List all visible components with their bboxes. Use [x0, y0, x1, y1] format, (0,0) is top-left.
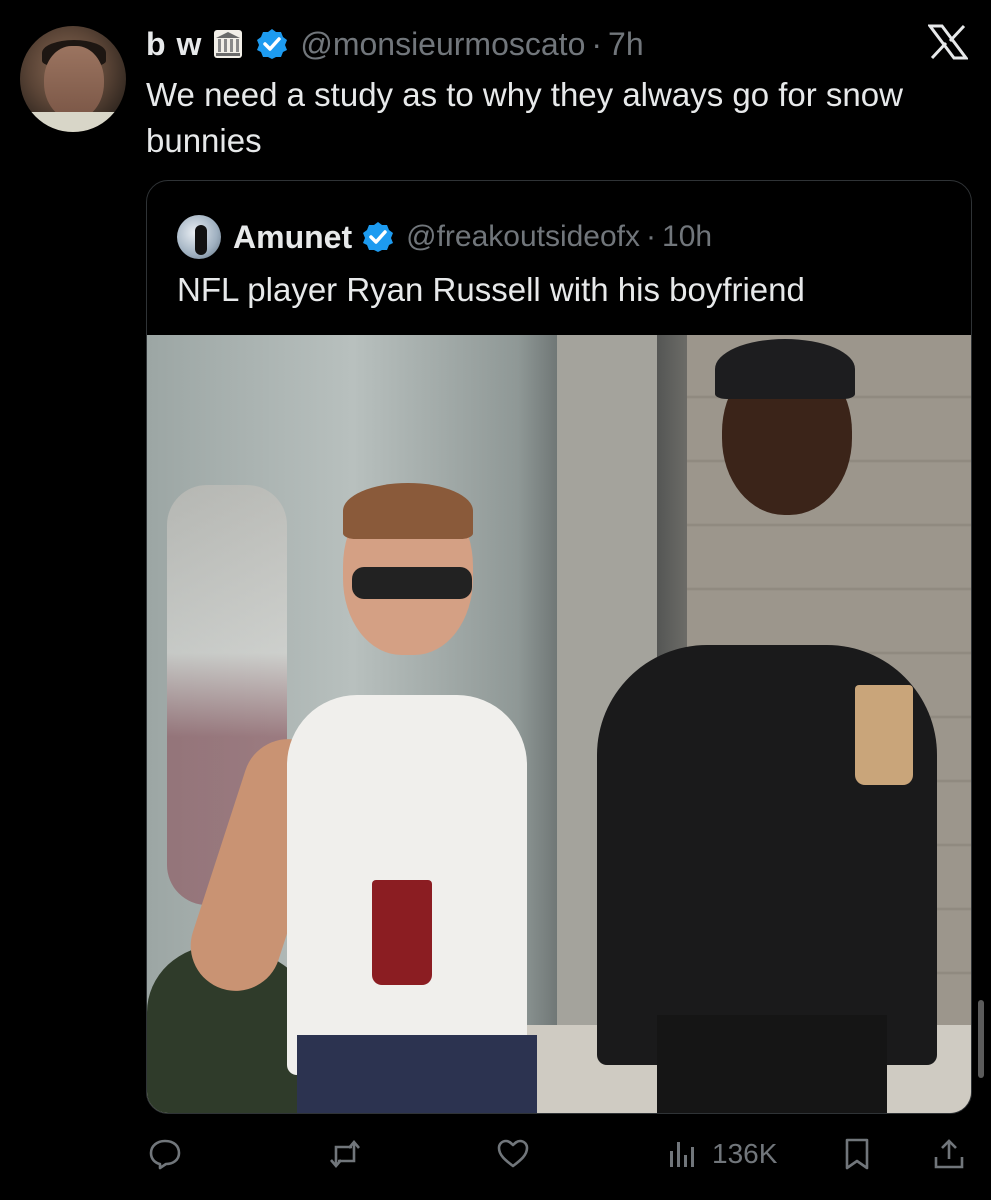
quoted-tweet-time[interactable]: 10h: [662, 220, 712, 254]
scrollbar[interactable]: [978, 1000, 984, 1078]
quoted-verified-badge-icon: [362, 221, 394, 253]
quoted-tweet-header: Amunet @freakoutsideofx · 10h: [233, 215, 712, 259]
photo-person-left-hair: [343, 483, 473, 539]
quoted-author-handle[interactable]: @freakoutsideofx: [406, 220, 640, 254]
tweet-action-bar: 136K: [146, 1130, 970, 1178]
tweet-text: We need a study as to why they always go…: [146, 76, 903, 159]
author-name[interactable]: b w: [146, 26, 202, 63]
bookmark-button[interactable]: [840, 1130, 874, 1178]
share-button[interactable]: [932, 1130, 966, 1178]
tweet-time[interactable]: 7h: [608, 26, 644, 63]
verified-badge-icon: [256, 28, 288, 60]
reply-icon: [149, 1139, 181, 1170]
views-button[interactable]: 136K: [666, 1130, 777, 1178]
photo-person-left-sunglasses: [352, 567, 472, 599]
reply-button[interactable]: [148, 1130, 182, 1178]
author-handle[interactable]: @monsieurmoscato: [300, 26, 585, 63]
bookmark-icon: [845, 1138, 869, 1170]
quoted-avatar-figure: [195, 225, 207, 255]
quoted-tweet-card[interactable]: Amunet @freakoutsideofx · 10h NFL player…: [146, 180, 972, 1114]
photo-red-drink: [372, 880, 432, 985]
quoted-tweet-photo[interactable]: [147, 335, 971, 1113]
share-icon: [934, 1139, 964, 1169]
header-separator: ·: [591, 25, 603, 62]
tweet-header: b w @monsieurmoscato · 7h: [146, 22, 644, 66]
avatar-shirt: [20, 112, 126, 132]
views-count: 136K: [712, 1138, 778, 1169]
bank-icon: [210, 26, 246, 62]
repost-button[interactable]: [328, 1130, 362, 1178]
x-logo-icon: [927, 24, 969, 60]
photo-person-left-pants: [297, 1035, 537, 1113]
like-button[interactable]: [496, 1130, 530, 1178]
quoted-tweet-text: NFL player Ryan Russell with his boyfrie…: [177, 271, 805, 308]
views-chart-icon: [670, 1142, 694, 1167]
quoted-author-avatar[interactable]: [177, 215, 221, 259]
photo-person-right-pants: [657, 1015, 887, 1113]
quoted-header-separator: ·: [646, 220, 657, 253]
heart-icon: [497, 1139, 529, 1168]
author-avatar[interactable]: [20, 26, 126, 132]
repost-icon: [330, 1139, 360, 1169]
photo-iced-coffee: [855, 685, 913, 785]
quoted-author-name[interactable]: Amunet: [233, 219, 352, 256]
avatar-face: [44, 46, 104, 120]
photo-person-right-cap: [715, 339, 855, 399]
